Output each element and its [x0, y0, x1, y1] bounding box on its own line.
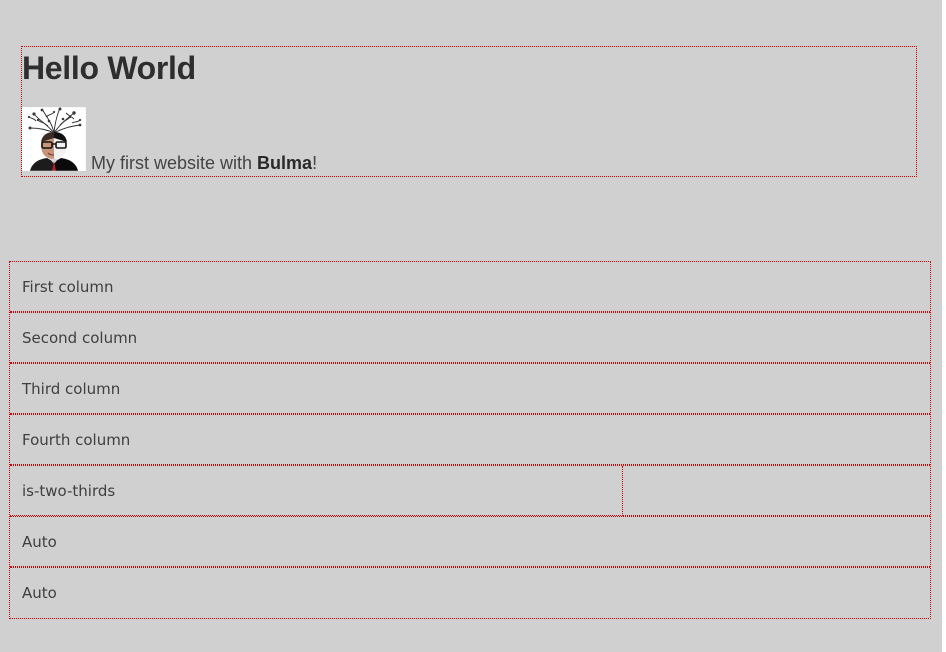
- subtitle-brand: Bulma: [257, 153, 313, 173]
- columns-row: Second column: [10, 312, 930, 363]
- window-edge: [942, 0, 946, 652]
- columns-row: Fourth column: [10, 414, 930, 465]
- avatar-image-icon: [22, 107, 86, 171]
- columns-row: First column: [10, 262, 930, 312]
- subtitle-prefix: My first website with: [91, 153, 258, 173]
- column-cell: Fourth column: [10, 415, 930, 465]
- columns-row-split: is-two-thirds: [10, 465, 930, 516]
- columns-row: Third column: [10, 363, 930, 414]
- column-cell: Auto: [10, 517, 930, 567]
- columns-row: Auto: [10, 516, 930, 567]
- column-cell: First column: [10, 262, 930, 312]
- avatar: [22, 107, 86, 171]
- column-cell: Auto: [22, 584, 57, 602]
- column-cell-two-thirds: is-two-thirds: [10, 466, 623, 516]
- columns-row: Auto: [10, 567, 930, 618]
- subtitle: My first website with Bulma!: [91, 153, 317, 174]
- column-cell: Second column: [10, 313, 930, 363]
- page-title: Hello World: [22, 50, 196, 86]
- column-cell-remainder: [623, 466, 930, 516]
- hero-section: Hello World My first website with Bulma!: [21, 46, 917, 177]
- column-cell: Third column: [10, 364, 930, 414]
- columns-grid: First column Second column Third column …: [9, 261, 931, 619]
- subtitle-suffix: !: [312, 153, 318, 173]
